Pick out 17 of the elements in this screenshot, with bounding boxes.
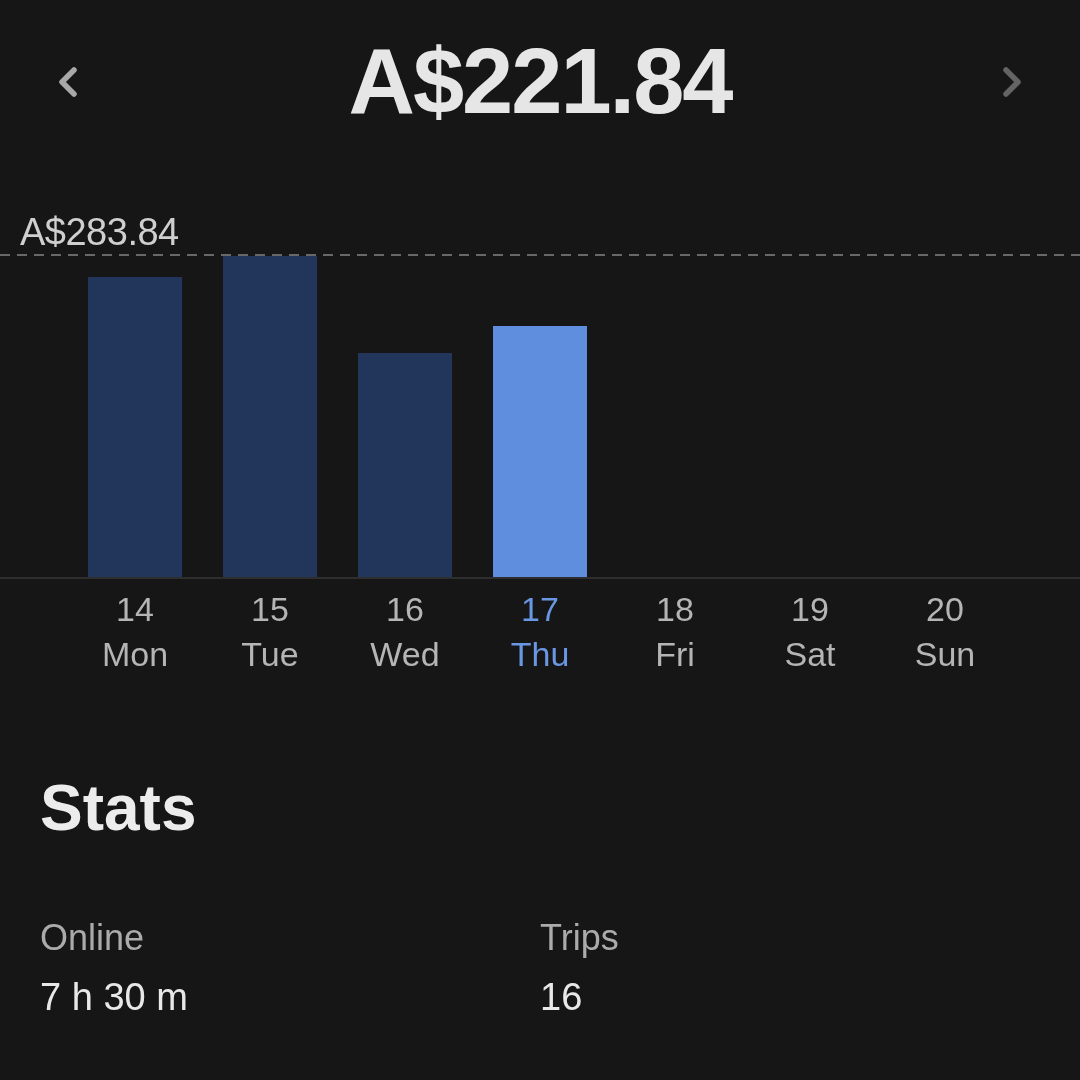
earnings-total: A$221.84 <box>348 31 732 133</box>
chevron-right-icon <box>1002 67 1022 97</box>
day-tab[interactable]: 14 Mon <box>101 587 169 677</box>
chevron-left-icon <box>58 67 78 97</box>
stat-label: Trips <box>540 916 619 960</box>
stat-value: 16 <box>540 975 583 1020</box>
day-tab[interactable]: 15 Tue <box>241 587 299 677</box>
previous-week-button[interactable] <box>58 67 78 97</box>
day-tab[interactable]: 18 Fri <box>655 587 695 677</box>
day-tab[interactable]: 16 Wed <box>370 587 440 677</box>
day-tab[interactable]: 19 Sat <box>784 587 836 677</box>
stat-value: 7 h 30 m <box>40 975 188 1020</box>
day-tab[interactable]: 17 Thu <box>510 587 570 677</box>
max-earnings-label: A$283.84 <box>20 210 179 254</box>
stat-label: Online <box>40 916 145 960</box>
day-tab[interactable]: 20 Sun <box>914 587 976 677</box>
stats-heading: Stats <box>40 771 197 846</box>
